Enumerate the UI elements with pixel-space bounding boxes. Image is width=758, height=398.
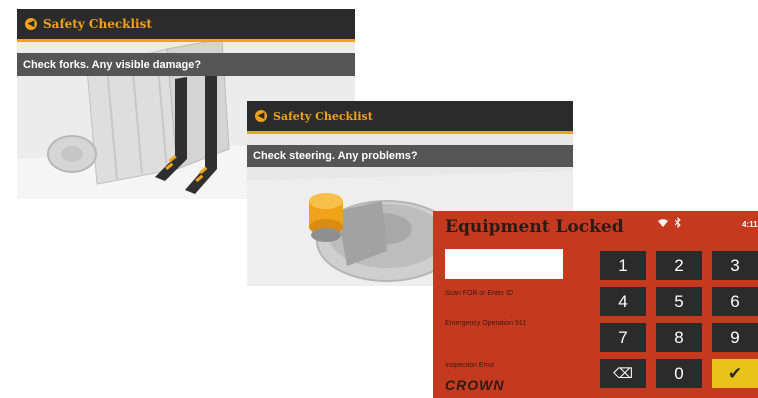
question-text: Check steering. Any problems? [253, 150, 418, 162]
equipment-locked-screen: Equipment Locked 4:11 Scan FOB or Enter … [433, 211, 758, 398]
checkmark-icon: ✔ [727, 363, 743, 383]
key-0[interactable]: 0 [656, 359, 702, 388]
chevron-left-icon[interactable]: ◀ [25, 18, 37, 30]
key-3[interactable]: 3 [712, 251, 758, 280]
inspection-error-label: Inspection Error [445, 362, 495, 369]
accent-divider [17, 39, 355, 42]
accent-divider [247, 131, 573, 134]
crown-logo: CROWN [445, 377, 505, 393]
key-1[interactable]: 1 [600, 251, 646, 280]
screen-title: Safety Checklist [273, 109, 373, 123]
question-text: Check forks. Any visible damage? [23, 58, 202, 71]
key-2[interactable]: 2 [656, 251, 702, 280]
checklist-question: Check forks. Any visible damage? [17, 53, 355, 76]
title-bar: ◀ Safety Checklist [247, 101, 573, 131]
backspace-key[interactable]: ⌫ [600, 359, 646, 388]
id-input[interactable] [445, 249, 563, 279]
title-bar: ◀ Safety Checklist [17, 9, 355, 39]
wifi-icon [657, 217, 672, 231]
key-5[interactable]: 5 [656, 287, 702, 316]
backspace-icon: ⌫ [613, 365, 633, 381]
screen-title: Safety Checklist [43, 17, 152, 31]
key-4[interactable]: 4 [600, 287, 646, 316]
key-6[interactable]: 6 [712, 287, 758, 316]
key-7[interactable]: 7 [600, 323, 646, 352]
bluetooth-icon [674, 216, 682, 231]
scan-instruction-label: Scan FOB or Enter ID [445, 290, 514, 297]
status-icons [657, 216, 682, 231]
checklist-question: Check steering. Any problems? [247, 145, 573, 167]
key-9[interactable]: 9 [712, 323, 758, 352]
emergency-operation-link[interactable]: Emergency Operation 911 [445, 320, 526, 327]
confirm-key[interactable]: ✔ [712, 359, 758, 388]
clock: 4:11 [742, 220, 758, 229]
chevron-left-icon[interactable]: ◀ [255, 110, 267, 122]
screen-title: Equipment Locked [445, 217, 624, 237]
key-8[interactable]: 8 [656, 323, 702, 352]
